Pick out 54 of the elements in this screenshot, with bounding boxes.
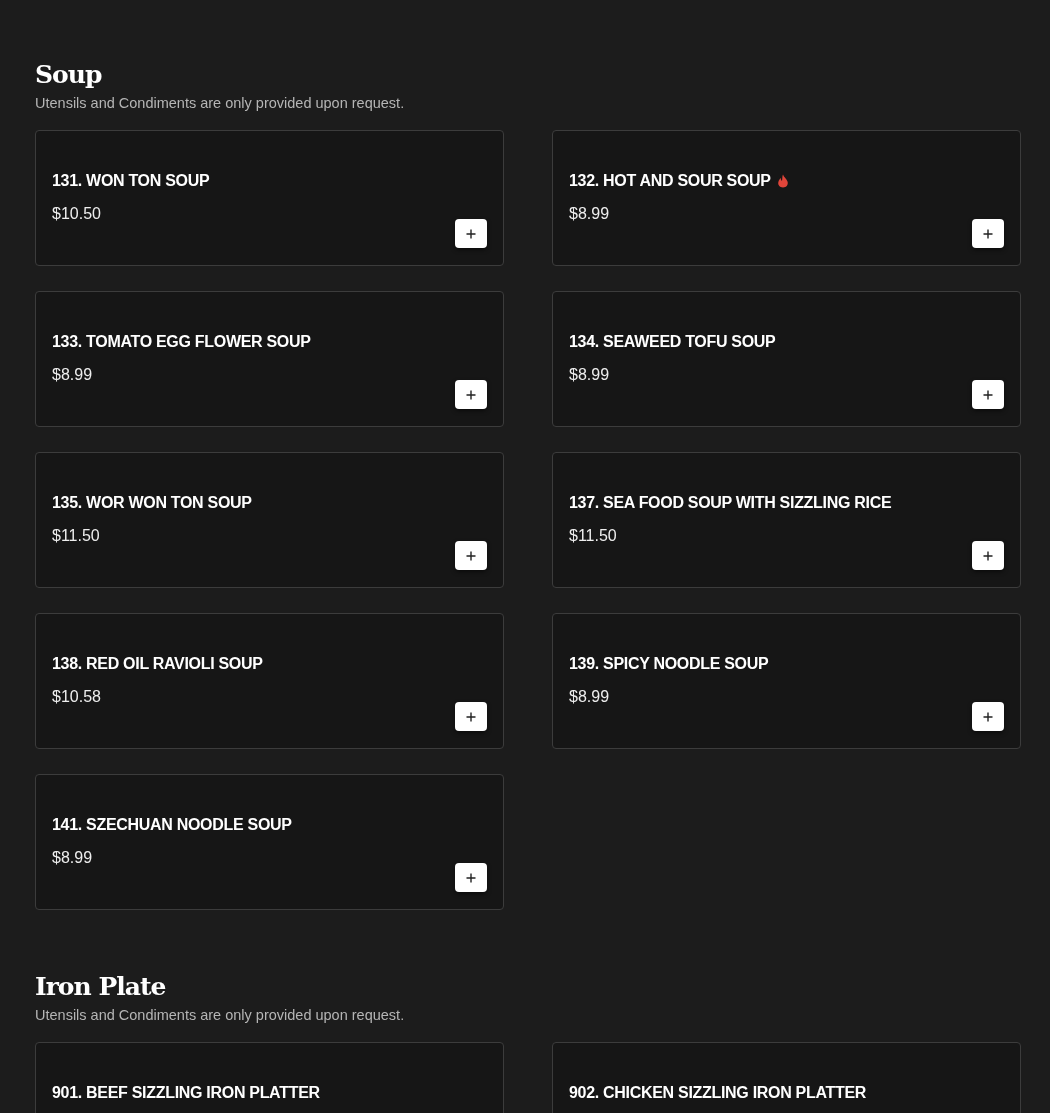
- item-price: $8.99: [569, 688, 611, 706]
- item-price: $11.50: [569, 527, 618, 545]
- menu-item-card[interactable]: 901. BEEF SIZZLING IRON PLATTER: [35, 1042, 504, 1113]
- item-price: $8.99: [52, 849, 94, 867]
- plus-icon: [983, 228, 993, 239]
- add-button[interactable]: [455, 541, 487, 570]
- plus-icon: [466, 872, 476, 883]
- section-note: Utensils and Condiments are only provided upon request.: [35, 1006, 406, 1024]
- flame-icon: [776, 174, 789, 188]
- menu-item-card[interactable]: 902. CHICKEN SIZZLING IRON PLATTER: [552, 1042, 1021, 1113]
- add-button[interactable]: [972, 702, 1004, 731]
- item-name: 139. SPICY NOODLE SOUP: [569, 654, 769, 674]
- item-price: $8.99: [569, 205, 611, 223]
- section-title: Soup: [35, 59, 103, 91]
- add-button[interactable]: [455, 863, 487, 892]
- item-name: 141. SZECHUAN NOODLE SOUP: [52, 815, 292, 835]
- item-price: $10.58: [52, 688, 102, 706]
- item-name: 137. SEA FOOD SOUP WITH SIZZLING RICE: [569, 493, 892, 513]
- add-button[interactable]: [455, 219, 487, 248]
- item-price: $8.99: [52, 366, 94, 384]
- item-name: 138. RED OIL RAVIOLI SOUP: [52, 654, 263, 674]
- plus-icon: [983, 711, 993, 722]
- item-price: $10.50: [52, 205, 102, 223]
- item-name: 902. CHICKEN SIZZLING IRON PLATTER: [569, 1083, 867, 1103]
- menu-item-card[interactable]: 133. TOMATO EGG FLOWER SOUP $8.99: [35, 291, 504, 427]
- item-name: 133. TOMATO EGG FLOWER SOUP: [52, 332, 311, 352]
- menu-item-card[interactable]: 132. HOT AND SOUR SOUP $8.99: [552, 130, 1021, 266]
- plus-icon: [466, 389, 476, 400]
- section-note: Utensils and Condiments are only provided upon request.: [35, 94, 406, 112]
- menu-item-card[interactable]: 134. SEAWEED TOFU SOUP $8.99: [552, 291, 1021, 427]
- plus-icon: [983, 389, 993, 400]
- add-button[interactable]: [455, 380, 487, 409]
- item-name: 134. SEAWEED TOFU SOUP: [569, 332, 776, 352]
- menu-item-card[interactable]: 137. SEA FOOD SOUP WITH SIZZLING RICE $11.50: [552, 452, 1021, 588]
- menu-item-card[interactable]: 135. WOR WON TON SOUP $11.50: [35, 452, 504, 588]
- add-button[interactable]: [972, 219, 1004, 248]
- plus-icon: [466, 711, 476, 722]
- plus-icon: [466, 550, 476, 561]
- add-button[interactable]: [972, 380, 1004, 409]
- menu-item-card[interactable]: 138. RED OIL RAVIOLI SOUP $10.58: [35, 613, 504, 749]
- menu-item-card[interactable]: 139. SPICY NOODLE SOUP $8.99: [552, 613, 1021, 749]
- item-name: 901. BEEF SIZZLING IRON PLATTER: [52, 1083, 320, 1103]
- add-button[interactable]: [455, 702, 487, 731]
- item-price: $11.50: [52, 527, 101, 545]
- add-button[interactable]: [972, 541, 1004, 570]
- item-name: 135. WOR WON TON SOUP: [52, 493, 252, 513]
- item-name: 131. WON TON SOUP: [52, 171, 210, 191]
- item-name: 132. HOT AND SOUR SOUP: [569, 171, 771, 191]
- menu-item-card[interactable]: 141. SZECHUAN NOODLE SOUP $8.99: [35, 774, 504, 910]
- plus-icon: [983, 550, 993, 561]
- menu-item-card[interactable]: 131. WON TON SOUP $10.50: [35, 130, 504, 266]
- plus-icon: [466, 228, 476, 239]
- item-price: $8.99: [569, 366, 611, 384]
- section-title: Iron Plate: [35, 971, 167, 1003]
